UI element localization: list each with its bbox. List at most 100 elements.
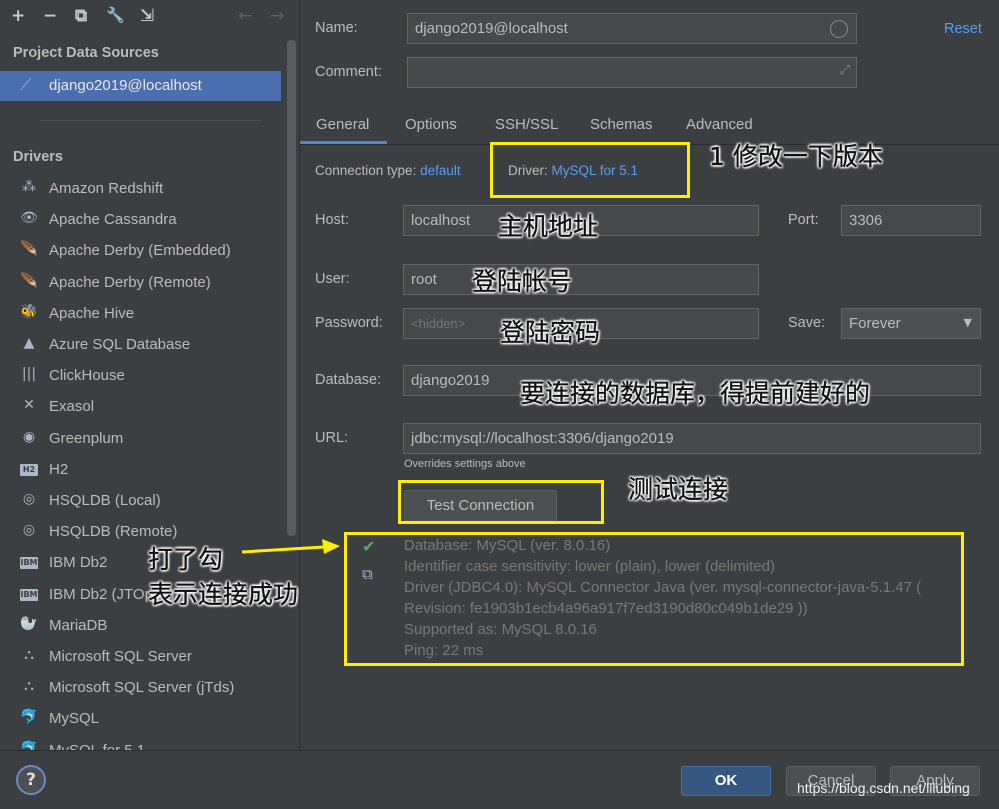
hsqldb-icon: ◎ [22,491,36,507]
port-value: 3306 [849,212,883,229]
chevron-down-icon: ▼ [963,316,972,329]
driver-item[interactable]: H2 H2 [0,456,290,486]
annotation-password: 登陆密码 [500,318,601,347]
drivers-title: Drivers [13,149,63,165]
user-field[interactable]: root [403,264,759,295]
driver-label: Apache Hive [49,304,135,322]
url-hint: Overrides settings above [404,458,526,470]
driver-item[interactable]: 🐝 Apache Hive [0,300,290,330]
mssql-icon: ⛬ [24,678,34,695]
database-value: django2019 [411,372,490,389]
driver-label: HSQLDB (Local) [49,492,161,509]
connection-type: Connection type: default [315,163,461,178]
name-label: Name: [315,20,358,36]
reset-link[interactable]: Reset [944,21,982,37]
driver-item[interactable]: ⛬ Microsoft SQL Server (jTds) [0,674,290,704]
ibm-icon: IBM [20,588,38,601]
mariadb-icon: 🦭 [20,615,38,632]
help-icon[interactable]: ? [16,765,46,795]
remove-icon[interactable]: − [43,6,57,26]
ok-button[interactable]: OK [681,766,771,796]
driver-label: Microsoft SQL Server (jTds) [49,679,235,697]
color-circle-icon[interactable] [830,20,848,38]
driver-item[interactable]: ⁂ Amazon Redshift [0,175,290,205]
import-icon[interactable]: ⇲ [140,6,154,26]
url-value: jdbc:mysql://localhost:3306/django2019 [411,430,674,447]
add-icon[interactable]: + [11,6,25,26]
url-field[interactable]: jdbc:mysql://localhost:3306/django2019 [403,423,981,454]
port-field[interactable]: 3306 [841,205,981,236]
annotation-user: 登陆帐号 [472,267,573,296]
hsqldb-icon: ◎ [22,522,36,539]
driver-item[interactable]: ◉ Greenplum [0,425,290,455]
azure-icon: ▲ [23,335,35,351]
password-value: <hidden> [411,316,466,331]
mysql-icon: ⟋ [20,75,32,94]
greenplum-icon: ◉ [22,428,36,445]
highlight-box-test [398,480,604,524]
watermark: https://blog.csdn.net/lilubing [797,780,970,796]
driver-item[interactable]: ⛬ Microsoft SQL Server [0,643,290,673]
mssql-icon: ⛬ [24,647,34,663]
host-label: Host: [315,212,349,228]
driver-label: IBM Db2 [49,554,108,572]
driver-label: Apache Derby (Embedded) [49,242,231,260]
url-label: URL: [315,430,349,446]
annotation-version: 1 修改一下版本 [709,142,883,171]
annotation-test: 测试连接 [628,475,729,504]
tab-advanced[interactable]: Advanced [686,116,753,133]
back-arrow-icon[interactable]: ← [238,6,252,26]
driver-label: Exasol [49,398,95,416]
driver-item[interactable]: 🪶 Apache Derby (Embedded) [0,237,290,267]
expand-icon[interactable]: ⤢ [840,63,850,78]
driver-item[interactable]: ▲ Azure SQL Database [0,331,290,361]
tab-options[interactable]: Options [405,116,457,133]
dialog-footer: ? OK Cancel Apply https://blog.csdn.net/… [0,750,999,809]
scrollbar[interactable] [287,40,296,536]
driver-item[interactable]: ◎ HSQLDB (Local) [0,487,290,517]
cassandra-icon: 👁 [20,210,38,227]
driver-label: Apache Derby (Remote) [49,273,211,291]
driver-item[interactable]: ✕ Exasol [0,393,290,423]
highlight-box-status [344,532,964,666]
tab-schemas[interactable]: Schemas [590,116,653,133]
save-select[interactable]: Forever ▼ [841,308,981,339]
user-value: root [411,271,437,288]
driver-item[interactable]: 🐬 MySQL [0,705,290,735]
port-label: Port: [788,212,819,228]
driver-label: MySQL [49,710,100,728]
annotation-check-1: 打了勾 [148,545,224,574]
project-data-sources-title: Project Data Sources [13,45,159,61]
save-value: Forever [849,315,901,332]
name-value: django2019@localhost [415,20,568,37]
user-label: User: [315,271,350,287]
password-label: Password: [315,315,383,331]
name-field[interactable]: django2019@localhost [407,13,857,44]
host-value: localhost [411,212,471,229]
duplicate-icon[interactable]: ⧉ [75,6,87,26]
driver-label: MariaDB [49,616,108,634]
annotation-check-2: 表示连接成功 [148,580,299,609]
derby-icon: 🪶 [20,241,38,258]
connection-type-label: Connection type: [315,163,417,178]
driver-label: Amazon Redshift [49,180,164,197]
tab-sshssl[interactable]: SSH/SSL [495,116,558,133]
ibm-icon: IBM [20,557,38,570]
connection-type-link[interactable]: default [420,163,461,178]
save-label: Save: [788,315,826,331]
tab-general[interactable]: General [316,116,369,133]
redshift-icon: ⁂ [22,179,36,195]
driver-item[interactable]: ||| ClickHouse [0,362,290,392]
driver-label: Azure SQL Database [49,336,191,353]
driver-label: H2 [49,460,69,478]
driver-label: HSQLDB (Remote) [49,523,178,541]
driver-item[interactable]: 👁 Apache Cassandra [0,206,290,236]
driver-item[interactable]: 🪶 Apache Derby (Remote) [0,269,290,299]
wrench-icon[interactable]: 🔧 [106,6,125,24]
driver-label: Apache Cassandra [49,211,177,229]
mysql-icon: 🐬 [20,709,38,726]
driver-item[interactable]: 🦭 MariaDB [0,612,290,642]
datasource-item-selected[interactable]: ⟋ django2019@localhost [0,71,281,101]
forward-arrow-icon[interactable]: → [270,6,284,26]
comment-field[interactable]: ⤢ [407,57,857,88]
